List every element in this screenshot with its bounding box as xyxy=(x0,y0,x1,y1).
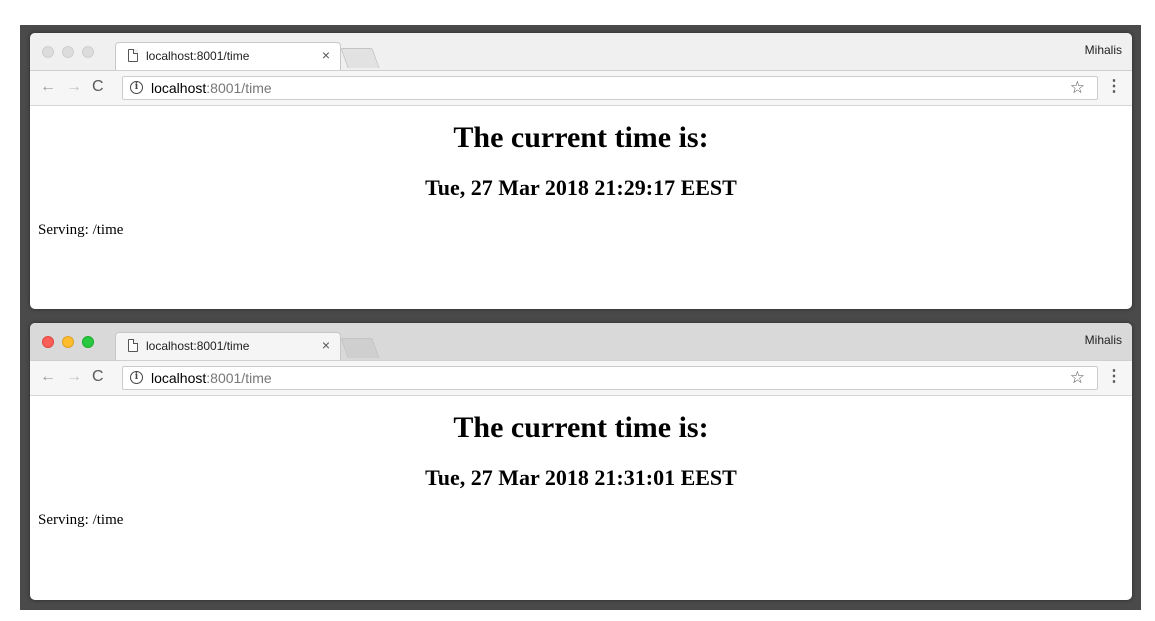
minimize-window-button[interactable] xyxy=(62,46,74,58)
reload-icon[interactable]: C xyxy=(92,78,104,96)
kebab-menu-icon[interactable]: ⋮ xyxy=(1106,368,1122,386)
browser-toolbar: ← → C i localhost:8001/time ☆ ⋮ xyxy=(30,70,1132,106)
info-icon[interactable]: i xyxy=(130,81,143,94)
url-host: localhost xyxy=(151,370,207,386)
tab-title: localhost:8001/time xyxy=(146,339,250,353)
current-time: Tue, 27 Mar 2018 21:31:01 EEST xyxy=(425,465,737,490)
tab-close-icon[interactable]: × xyxy=(322,47,330,63)
serving-path: Serving: /time xyxy=(38,222,124,238)
screenshot-backdrop: localhost:8001/time × Mihalis ← → C i lo… xyxy=(20,25,1141,610)
profile-name[interactable]: Mihalis xyxy=(1085,43,1122,57)
info-icon[interactable]: i xyxy=(130,371,143,384)
close-window-button[interactable] xyxy=(42,46,54,58)
profile-name[interactable]: Mihalis xyxy=(1085,333,1122,347)
document-icon xyxy=(128,49,138,62)
page-content: The current time is: Tue, 27 Mar 2018 21… xyxy=(30,396,1132,529)
url-path: :8001/time xyxy=(206,80,272,96)
address-bar[interactable]: i localhost:8001/time ☆ xyxy=(122,76,1098,100)
browser-tab[interactable]: localhost:8001/time × xyxy=(115,332,341,360)
back-arrow-icon[interactable]: ← xyxy=(40,78,56,96)
minimize-window-button[interactable] xyxy=(62,336,74,348)
zoom-window-button[interactable] xyxy=(82,46,94,58)
bookmark-star-icon[interactable]: ☆ xyxy=(1070,78,1085,98)
forward-arrow-icon[interactable]: → xyxy=(66,368,82,386)
tab-title: localhost:8001/time xyxy=(146,49,250,63)
url-path: :8001/time xyxy=(206,370,272,386)
bookmark-star-icon[interactable]: ☆ xyxy=(1070,368,1085,388)
document-icon xyxy=(128,339,138,352)
url-text[interactable]: localhost:8001/time xyxy=(151,80,272,96)
tab-close-icon[interactable]: × xyxy=(322,337,330,353)
close-window-button[interactable] xyxy=(42,336,54,348)
reload-icon[interactable]: C xyxy=(92,368,104,386)
back-arrow-icon[interactable]: ← xyxy=(40,368,56,386)
title-bar[interactable]: localhost:8001/time × Mihalis xyxy=(30,323,1132,360)
url-host: localhost xyxy=(151,80,207,96)
kebab-menu-icon[interactable]: ⋮ xyxy=(1106,78,1122,96)
browser-window-2: localhost:8001/time × Mihalis ← → C i lo… xyxy=(30,323,1132,600)
new-tab-button[interactable] xyxy=(340,48,380,68)
page-content: The current time is: Tue, 27 Mar 2018 21… xyxy=(30,106,1132,239)
browser-window-1: localhost:8001/time × Mihalis ← → C i lo… xyxy=(30,33,1132,309)
window-controls xyxy=(42,336,94,348)
window-controls xyxy=(42,46,94,58)
page-heading: The current time is: xyxy=(453,121,709,154)
url-text[interactable]: localhost:8001/time xyxy=(151,370,272,386)
title-bar[interactable]: localhost:8001/time × Mihalis xyxy=(30,33,1132,70)
address-bar[interactable]: i localhost:8001/time ☆ xyxy=(122,366,1098,390)
current-time: Tue, 27 Mar 2018 21:29:17 EEST xyxy=(425,175,737,200)
browser-tab[interactable]: localhost:8001/time × xyxy=(115,42,341,70)
forward-arrow-icon[interactable]: → xyxy=(66,78,82,96)
serving-path: Serving: /time xyxy=(38,512,124,528)
zoom-window-button[interactable] xyxy=(82,336,94,348)
new-tab-button[interactable] xyxy=(340,338,380,358)
page-heading: The current time is: xyxy=(453,411,709,444)
browser-toolbar: ← → C i localhost:8001/time ☆ ⋮ xyxy=(30,360,1132,396)
